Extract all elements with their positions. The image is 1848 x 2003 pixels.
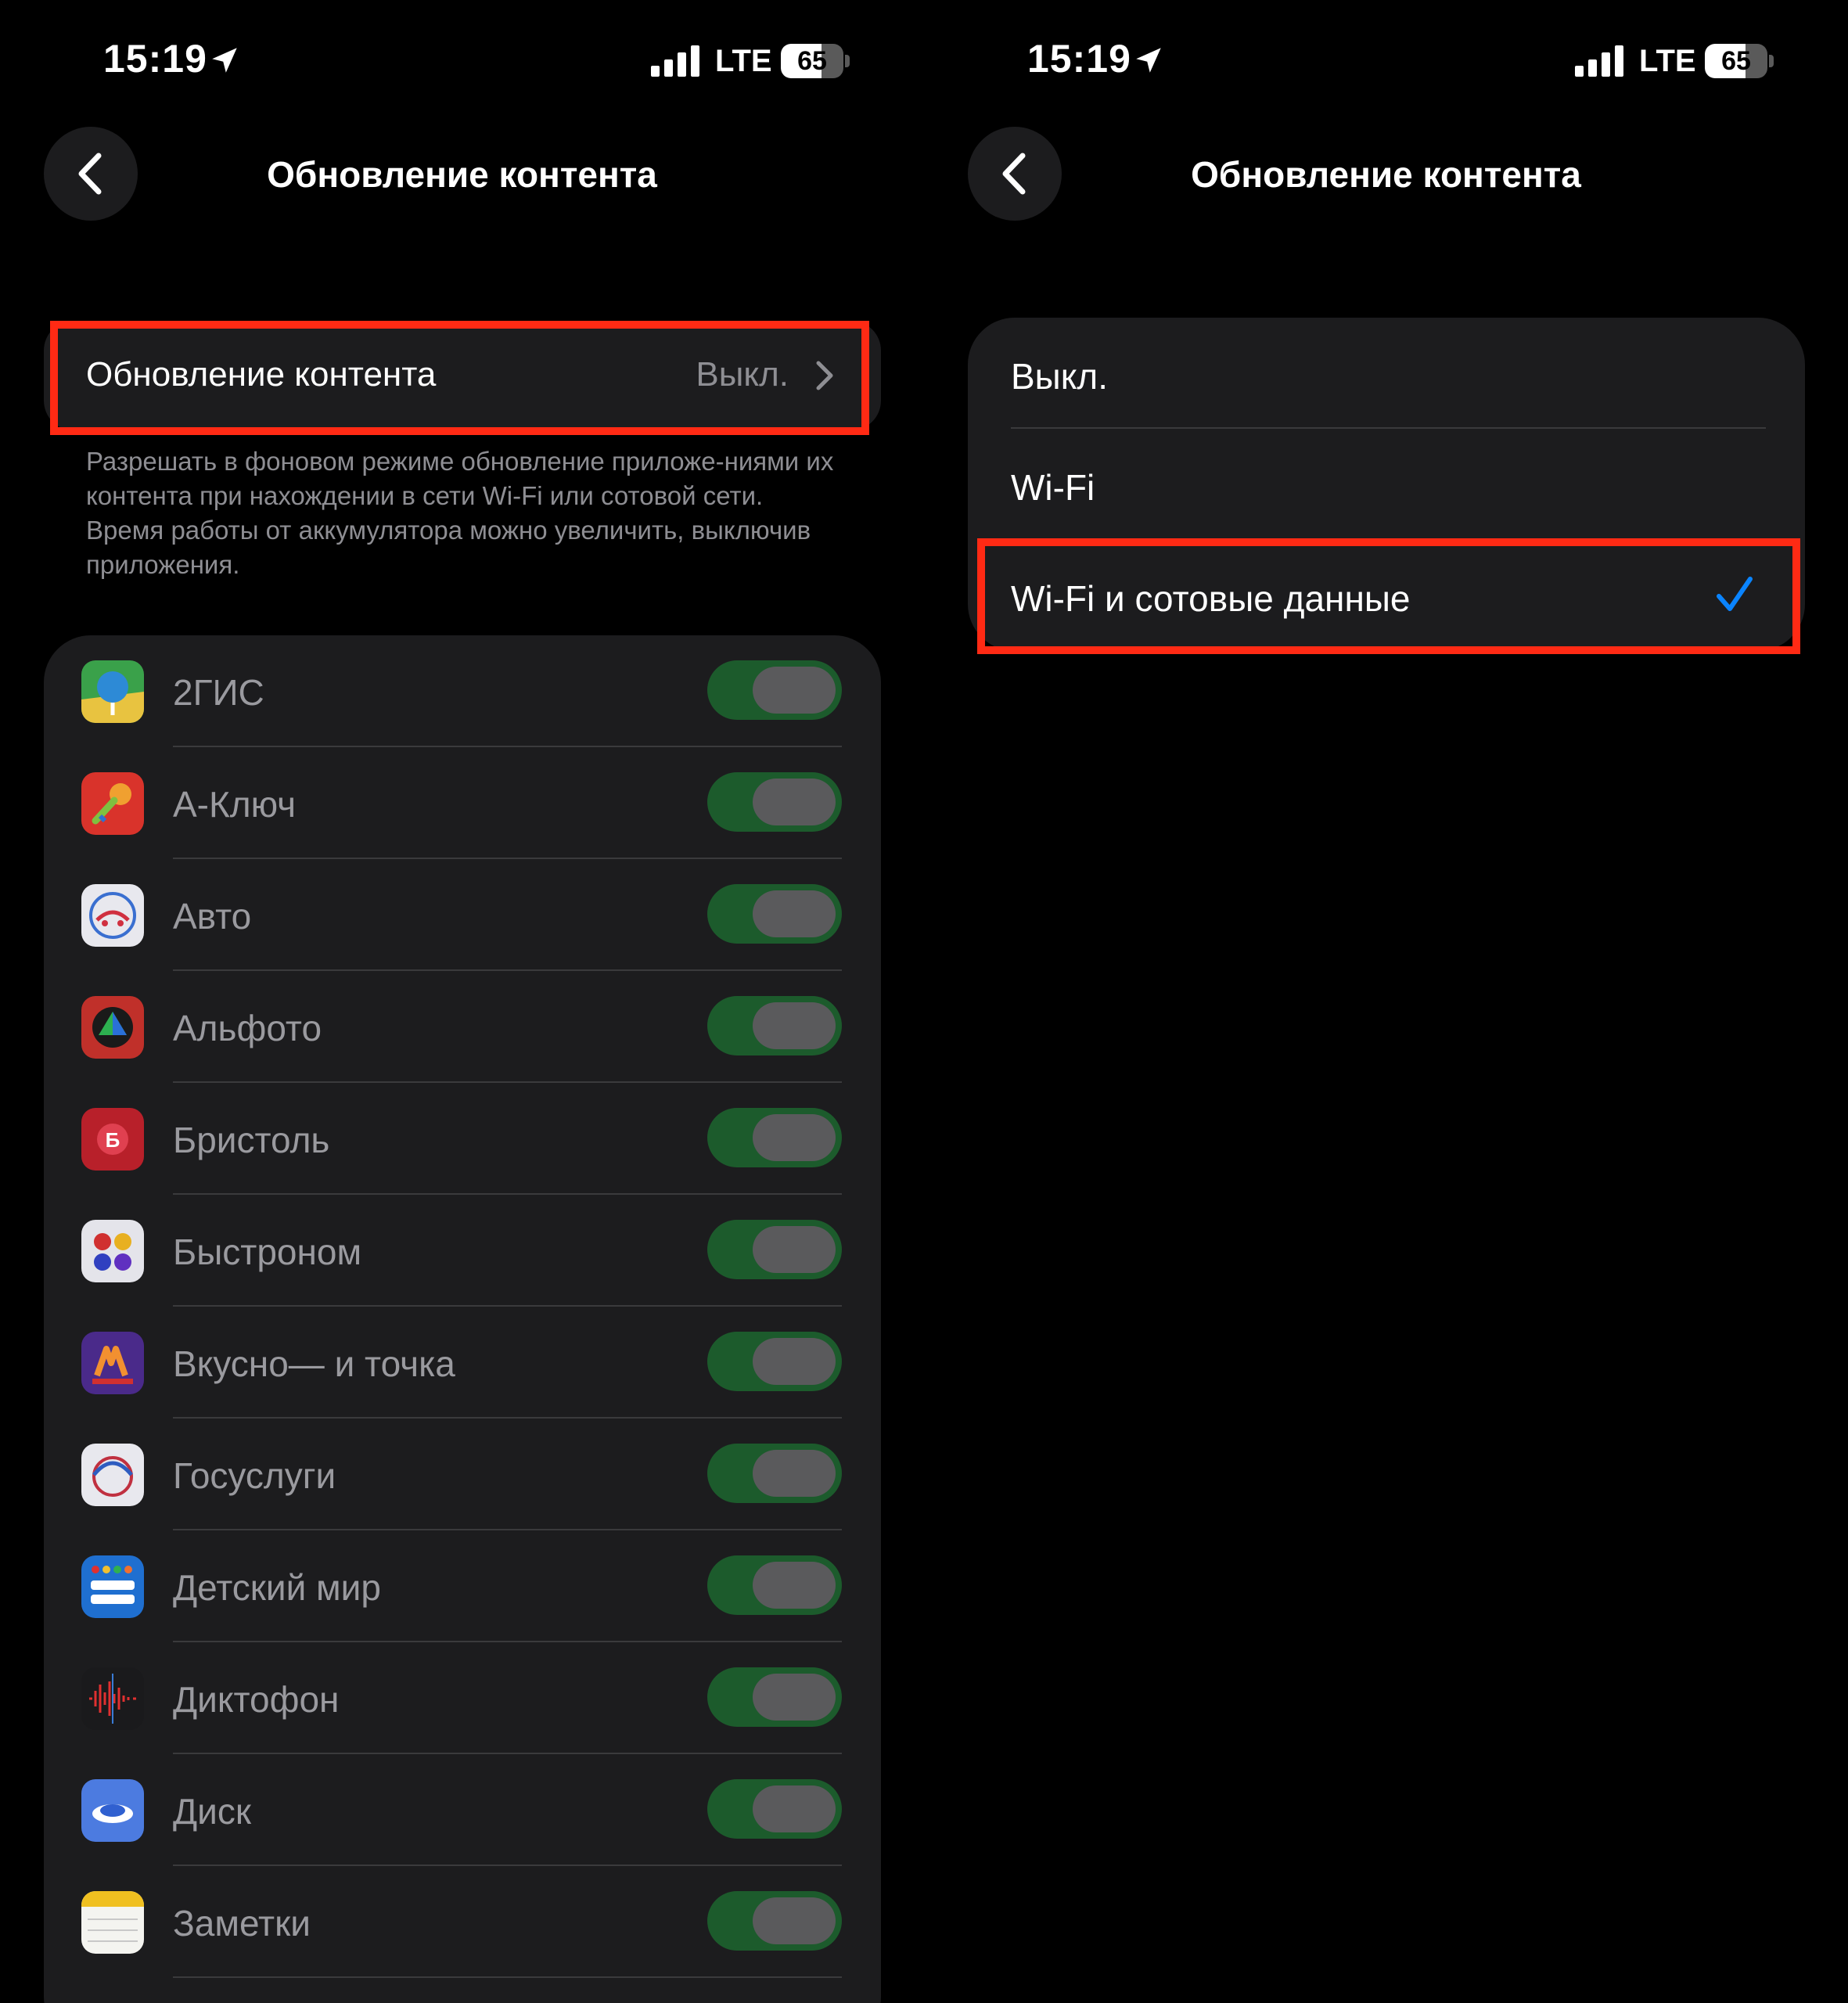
- toggle-knob: [753, 1674, 836, 1721]
- toggle-knob: [753, 1338, 836, 1385]
- toggle-knob: [753, 1002, 836, 1049]
- 2gis-icon: [81, 660, 144, 723]
- svg-text:Б: Б: [106, 1128, 120, 1152]
- voice-memos-icon: [81, 1667, 144, 1730]
- app-name: Бристоль: [173, 1120, 330, 1160]
- background-refresh-toggle[interactable]: [707, 1667, 842, 1727]
- a-key-icon: [81, 772, 144, 835]
- app-name: Заметки: [173, 1903, 311, 1944]
- toggle-knob: [753, 1897, 836, 1944]
- app-name: Быстроном: [173, 1232, 362, 1272]
- app-row[interactable]: 2ГИС: [44, 635, 881, 747]
- app-row[interactable]: Б Бристоль: [44, 1083, 881, 1195]
- app-name: Вкусно— и точка: [173, 1343, 455, 1384]
- app-name: Диск: [173, 1791, 251, 1832]
- toggle-knob: [753, 1450, 836, 1497]
- row-separator: [173, 1976, 842, 1978]
- location-arrow-icon: [1136, 48, 1161, 73]
- location-arrow-icon: [212, 48, 237, 73]
- status-bar: 15:19 LTE 65: [0, 0, 924, 125]
- network-type: LTE: [1639, 44, 1696, 78]
- gosuslugi-icon: [81, 1444, 144, 1506]
- app-name: А-Ключ: [173, 784, 297, 825]
- auto-icon: [81, 884, 144, 947]
- background-refresh-toggle[interactable]: [707, 772, 842, 832]
- app-row[interactable]: Госуслуги: [44, 1419, 881, 1530]
- vkusno-icon: [81, 1332, 144, 1394]
- app-list: 2ГИС А-Ключ Авто Альфото Б Бристоль Быстроном В…: [44, 635, 881, 2003]
- battery-level: 65: [1721, 46, 1751, 76]
- app-row[interactable]: Детский мир: [44, 1530, 881, 1642]
- alfoto-icon: [81, 996, 144, 1059]
- battery-level: 65: [797, 46, 827, 76]
- status-time: 15:19: [1027, 37, 1131, 81]
- toggle-knob: [753, 1226, 836, 1273]
- detsky-mir-icon: [81, 1555, 144, 1618]
- app-row[interactable]: Быстроном: [44, 1195, 881, 1307]
- option-label: Wi-Fi: [1011, 467, 1095, 508]
- toggle-knob: [753, 1114, 836, 1161]
- app-row[interactable]: Диктофон: [44, 1642, 881, 1754]
- cellular-signal-icon: [651, 45, 699, 77]
- status-time: 15:19: [103, 37, 207, 81]
- disk-icon: [81, 1779, 144, 1842]
- background-refresh-toggle[interactable]: [707, 1108, 842, 1167]
- toggle-knob: [753, 890, 836, 937]
- app-row[interactable]: Альфото: [44, 971, 881, 1083]
- app-name: Госуслуги: [173, 1455, 336, 1496]
- highlight-box: [977, 538, 1800, 654]
- highlight-box: [50, 321, 869, 435]
- toggle-knob: [753, 779, 836, 825]
- cellular-signal-icon: [1575, 45, 1623, 77]
- app-name: Альфото: [173, 1008, 322, 1048]
- app-name: Диктофон: [173, 1679, 340, 1720]
- right-screen: 15:19 LTE 65 Обновление контента Выкл. W…: [924, 0, 1848, 2003]
- app-row[interactable]: Авто: [44, 859, 881, 971]
- app-name: Авто: [173, 896, 252, 937]
- setting-description: Разрешать в фоновом режиме обновление пр…: [86, 447, 834, 579]
- toggle-knob: [753, 667, 836, 714]
- bristol-icon: Б: [81, 1108, 144, 1171]
- toggle-knob: [753, 1562, 836, 1609]
- option-wifi[interactable]: Wi-Fi: [968, 429, 1805, 540]
- background-refresh-toggle[interactable]: [707, 1332, 842, 1391]
- left-screen: 15:19 LTE 65 Обновление контента Обновле…: [0, 0, 924, 2003]
- toggle-knob: [753, 1785, 836, 1832]
- notes-icon: [81, 1891, 144, 1954]
- app-row[interactable]: Диск: [44, 1754, 881, 1866]
- status-bar: 15:19 LTE 65: [924, 0, 1848, 125]
- background-refresh-toggle[interactable]: [707, 1891, 842, 1951]
- background-refresh-toggle[interactable]: [707, 884, 842, 944]
- background-refresh-toggle[interactable]: [707, 1444, 842, 1503]
- app-row[interactable]: А-Ключ: [44, 747, 881, 859]
- bystronom-icon: [81, 1220, 144, 1282]
- background-refresh-toggle[interactable]: [707, 1220, 842, 1279]
- battery-cap: [845, 55, 850, 67]
- background-refresh-toggle[interactable]: [707, 1555, 842, 1615]
- app-row[interactable]: Заметки: [44, 1866, 881, 1978]
- app-name: 2ГИС: [173, 672, 264, 713]
- battery-cap: [1769, 55, 1774, 67]
- app-row[interactable]: Вкусно— и точка: [44, 1307, 881, 1419]
- option-off[interactable]: Выкл.: [968, 318, 1805, 429]
- background-refresh-toggle[interactable]: [707, 996, 842, 1055]
- battery-icon: 65: [781, 44, 843, 78]
- background-refresh-toggle[interactable]: [707, 660, 842, 720]
- battery-icon: 65: [1705, 44, 1767, 78]
- network-type: LTE: [715, 44, 772, 78]
- app-name: Детский мир: [173, 1567, 381, 1608]
- page-title: Обновление контента: [267, 154, 657, 195]
- page-title: Обновление контента: [1191, 154, 1581, 195]
- option-label: Выкл.: [1011, 356, 1109, 397]
- background-refresh-toggle[interactable]: [707, 1779, 842, 1839]
